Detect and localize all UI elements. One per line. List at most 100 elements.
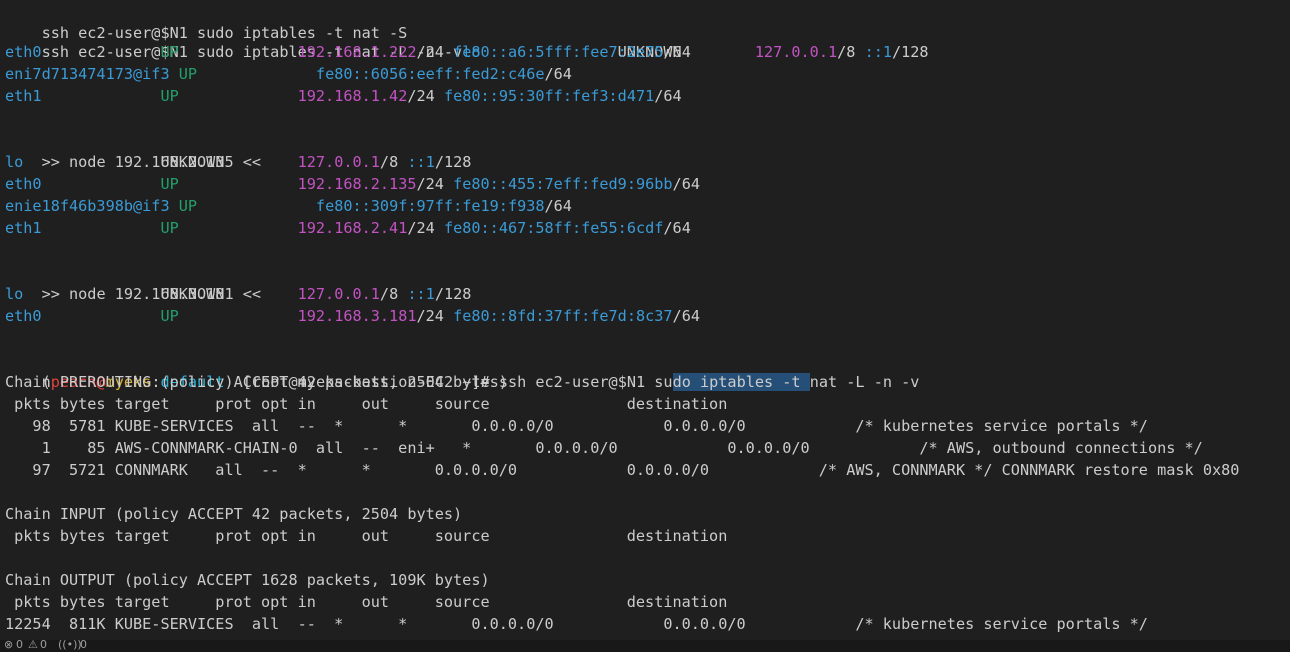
iface-state: UP xyxy=(178,65,198,83)
ipv4-mask: /24 xyxy=(416,43,444,61)
ports-icon[interactable]: ((•)) xyxy=(58,640,82,651)
chain-header: Chain OUTPUT (policy ACCEPT 1628 packets… xyxy=(5,569,490,591)
iface-row: eth0 UP 192.168.3.181/24 fe80::8fd:37ff:… xyxy=(5,305,700,327)
ipv6-address: ::1 xyxy=(407,153,435,171)
ipv6-address: fe80::6056:eeff:fed2:c46e xyxy=(315,65,545,83)
ipv4-address: 127.0.0.1 xyxy=(297,153,380,171)
ipv6-address: fe80::8fd:37ff:fe7d:8c37 xyxy=(453,307,673,325)
output-text: 1 85 AWS-CONNMARK-CHAIN-0 all -- eni+ * … xyxy=(5,439,1203,457)
ipv4-address: 192.168.3.181 xyxy=(297,307,417,325)
ipv4-address: 192.168.1.222 xyxy=(297,43,417,61)
prompt-line: (peach@myeks:default) [root@myeks-bastio… xyxy=(5,349,919,391)
ipv6-address: fe80::95:30ff:fef3:d471 xyxy=(443,87,655,105)
iface-row: eth0 UP 192.168.2.135/24 fe80::455:7eff:… xyxy=(5,173,700,195)
ipv6-mask: /64 xyxy=(544,197,572,215)
output-text: pkts bytes target prot opt in out source… xyxy=(5,395,728,413)
ipv4-mask: /24 xyxy=(407,219,435,237)
terminal-panel[interactable]: ssh ec2-user@$N1 sudo iptables -t nat -S… xyxy=(0,0,1290,640)
node-header-text: >> node 192.168.2.135 << xyxy=(41,153,262,171)
ipv6-mask: /64 xyxy=(663,43,691,61)
chain-header: Chain INPUT (policy ACCEPT 42 packets, 2… xyxy=(5,503,462,525)
ipv6-address: fe80::309f:97ff:fe19:f938 xyxy=(315,197,545,215)
column-header: pkts bytes target prot opt in out source… xyxy=(5,393,727,415)
iface-name: eth1 xyxy=(5,219,42,237)
rule-row: 1 85 AWS-CONNMARK-CHAIN-0 all -- eni+ * … xyxy=(5,437,1203,459)
warning-count[interactable]: 0 xyxy=(40,640,47,651)
ipv4-mask: /8 xyxy=(379,285,399,303)
ipv6-address: ::1 xyxy=(407,285,435,303)
ipv6-address: fe80::467:58ff:fe55:6cdf xyxy=(443,219,664,237)
ipv4-mask: /24 xyxy=(416,175,444,193)
status-bar: ⊗ 0 ⚠ 0 ((•)) 0 xyxy=(0,640,1290,652)
ipv6-address: fe80::455:7eff:fed9:96bb xyxy=(453,175,673,193)
ipv6-mask: /64 xyxy=(663,219,691,237)
ipv6-mask: /64 xyxy=(544,65,572,83)
ipv6-mask: /128 xyxy=(434,285,472,303)
iface-row: eth0 UP 192.168.1.222/24 fe80::a6:5fff:f… xyxy=(5,41,691,63)
ipv4-mask: /8 xyxy=(379,153,399,171)
iface-state: UP xyxy=(160,307,179,325)
output-text: Chain PREROUTING (policy ACCEPT 42 packe… xyxy=(5,373,508,391)
error-count[interactable]: 0 xyxy=(16,640,23,651)
rule-row: 98 5781 KUBE-SERVICES all -- * * 0.0.0.0… xyxy=(5,415,1148,437)
chain-header: Chain PREROUTING (policy ACCEPT 42 packe… xyxy=(5,371,508,393)
iface-name: enie18f46b398b@if3 xyxy=(5,197,170,215)
iface-state: UP xyxy=(160,87,179,105)
ipv4-address: 127.0.0.1 xyxy=(297,285,380,303)
iface-state: UP xyxy=(178,197,198,215)
ipv6-address: fe80::a6:5fff:fee7:2e75 xyxy=(453,43,664,61)
output-text: 98 5781 KUBE-SERVICES all -- * * 0.0.0.0… xyxy=(5,417,1148,435)
output-text: Chain OUTPUT (policy ACCEPT 1628 packets… xyxy=(5,571,490,589)
ipv6-mask: /128 xyxy=(434,153,472,171)
terminal-line: ssh ec2-user@$N1 sudo iptables -t nat -L… xyxy=(5,19,929,61)
ipv6-mask: /128 xyxy=(892,43,929,61)
iface-row: eni7d713474173@if3 UP fe80::6056:eeff:fe… xyxy=(5,63,572,85)
iface-row: enie18f46b398b@if3 UP fe80::309f:97ff:fe… xyxy=(5,195,572,217)
error-icon[interactable]: ⊗ xyxy=(4,640,13,651)
output-text: pkts bytes target prot opt in out source… xyxy=(5,527,728,545)
selected-text[interactable]: do iptables -t xyxy=(672,373,810,391)
ipv4-address: 192.168.1.42 xyxy=(297,87,408,105)
output-text: 97 5721 CONNMARK all -- * * 0.0.0.0/0 0.… xyxy=(5,461,1240,479)
ipv6-mask: /64 xyxy=(672,175,700,193)
node-header-text: >> node 192.168.3.181 << xyxy=(41,285,262,303)
rule-row: 97 5721 CONNMARK all -- * * 0.0.0.0/0 0.… xyxy=(5,459,1239,481)
prompt-command-tail: nat -L -n -v xyxy=(809,373,920,391)
iface-name: eth1 xyxy=(5,87,42,105)
rule-row: 12254 811K KUBE-SERVICES all -- * * 0.0.… xyxy=(5,613,1148,635)
ipv6-address: ::1 xyxy=(864,43,892,61)
ipv4-mask: /24 xyxy=(407,87,435,105)
iface-state: UP xyxy=(160,175,179,193)
ports-count[interactable]: 0 xyxy=(80,640,87,651)
ipv4-mask: /8 xyxy=(837,43,856,61)
ipv4-address: 192.168.2.41 xyxy=(297,219,408,237)
ipv4-address: 192.168.2.135 xyxy=(297,175,417,193)
output-text: pkts bytes target prot opt in out source… xyxy=(5,593,728,611)
iface-state: UP xyxy=(160,43,179,61)
iface-name: eth0 xyxy=(5,43,42,61)
warning-icon[interactable]: ⚠ xyxy=(28,640,38,651)
iface-state: UP xyxy=(160,219,179,237)
ipv6-mask: /64 xyxy=(654,87,682,105)
iface-name: eni7d713474173@if3 xyxy=(5,65,170,83)
iface-row: eth1 UP 192.168.2.41/24 fe80::467:58ff:f… xyxy=(5,217,691,239)
output-text: 12254 811K KUBE-SERVICES all -- * * 0.0.… xyxy=(5,615,1148,633)
